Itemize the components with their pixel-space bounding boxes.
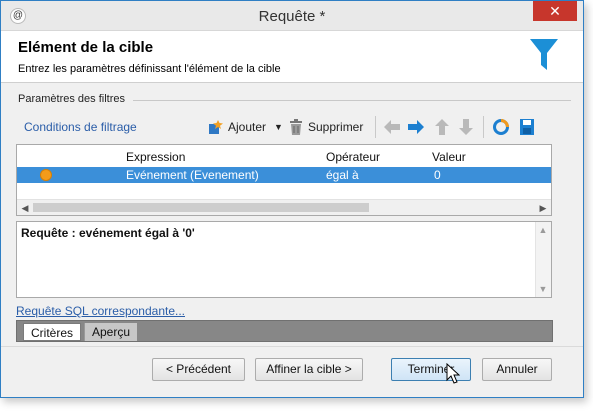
vertical-scrollbar[interactable]: ▲ ▼ bbox=[535, 222, 551, 297]
delete-button[interactable]: Supprimer bbox=[288, 117, 363, 137]
dialog-window: @ Requête * ✕ Elément de la cible Entrez… bbox=[0, 0, 584, 398]
filter-toolbar: Conditions de filtrage Ajouter ▼ Supprim… bbox=[16, 112, 551, 142]
tab-criteria[interactable]: Critères bbox=[23, 323, 82, 341]
condition-status-icon bbox=[40, 169, 52, 181]
arrow-down-icon[interactable] bbox=[457, 119, 475, 135]
horizontal-scrollbar[interactable]: ◀ ▶ bbox=[17, 199, 551, 215]
scrollbar-thumb[interactable] bbox=[33, 203, 369, 212]
scroll-left-icon[interactable]: ◀ bbox=[20, 203, 30, 213]
chevron-down-icon[interactable]: ▼ bbox=[274, 122, 283, 132]
window-title: Requête * bbox=[258, 8, 326, 25]
title-bar[interactable]: @ Requête * ✕ bbox=[1, 1, 583, 31]
add-condition-icon bbox=[209, 120, 223, 134]
filter-conditions-link[interactable]: Conditions de filtrage bbox=[24, 120, 137, 134]
previous-button[interactable]: < Précédent bbox=[152, 358, 245, 381]
arrow-right-icon[interactable] bbox=[407, 119, 425, 135]
delete-button-label: Supprimer bbox=[308, 120, 364, 134]
mouse-cursor-icon bbox=[446, 363, 460, 384]
add-button[interactable]: Ajouter ▼ bbox=[207, 117, 283, 137]
filters-section-label: Paramètres des filtres bbox=[18, 93, 125, 105]
close-button[interactable]: ✕ bbox=[533, 1, 577, 21]
wizard-header: Elément de la cible Entrez les paramètre… bbox=[1, 31, 583, 83]
cancel-button[interactable]: Annuler bbox=[482, 358, 552, 381]
scroll-up-icon[interactable]: ▲ bbox=[538, 225, 548, 235]
sql-query-link[interactable]: Requête SQL correspondante... bbox=[16, 304, 185, 318]
refresh-chart-icon[interactable] bbox=[492, 119, 510, 135]
cell-expression[interactable]: Evénement (Evenement) bbox=[126, 168, 259, 182]
trash-icon bbox=[290, 119, 302, 135]
arrow-left-icon[interactable] bbox=[383, 119, 401, 135]
funnel-icon bbox=[530, 39, 558, 70]
query-preview-box: Requête : evénement égal à '0' ▲ ▼ bbox=[16, 221, 552, 298]
toolbar-separator bbox=[483, 116, 484, 138]
query-text: Requête : evénement égal à '0' bbox=[21, 226, 195, 240]
filter-conditions-grid: Expression Opérateur Valeur Evénement (E… bbox=[16, 144, 552, 216]
tab-preview[interactable]: Aperçu bbox=[84, 323, 138, 341]
table-row[interactable]: Evénement (Evenement) égal à 0 bbox=[17, 167, 551, 183]
save-icon[interactable] bbox=[518, 119, 536, 135]
column-header-operator[interactable]: Opérateur bbox=[326, 150, 380, 164]
page-subtitle: Entrez les paramètres définissant l'élém… bbox=[18, 63, 281, 75]
add-button-label: Ajouter bbox=[228, 120, 267, 134]
column-header-value[interactable]: Valeur bbox=[432, 150, 466, 164]
column-header-expression[interactable]: Expression bbox=[126, 150, 185, 164]
scroll-down-icon[interactable]: ▼ bbox=[538, 284, 548, 294]
page-title: Elément de la cible bbox=[18, 39, 154, 56]
grid-header: Expression Opérateur Valeur bbox=[17, 145, 551, 166]
section-divider bbox=[133, 100, 571, 101]
toolbar-separator bbox=[375, 116, 376, 138]
refine-target-button[interactable]: Affiner la cible > bbox=[255, 358, 363, 381]
footer-divider bbox=[1, 346, 583, 347]
arrow-up-icon[interactable] bbox=[433, 119, 451, 135]
cell-value[interactable]: 0 bbox=[434, 168, 441, 182]
tab-strip: Critères Aperçu bbox=[16, 320, 553, 342]
scroll-right-icon[interactable]: ▶ bbox=[538, 203, 548, 213]
cell-operator[interactable]: égal à bbox=[326, 168, 359, 182]
